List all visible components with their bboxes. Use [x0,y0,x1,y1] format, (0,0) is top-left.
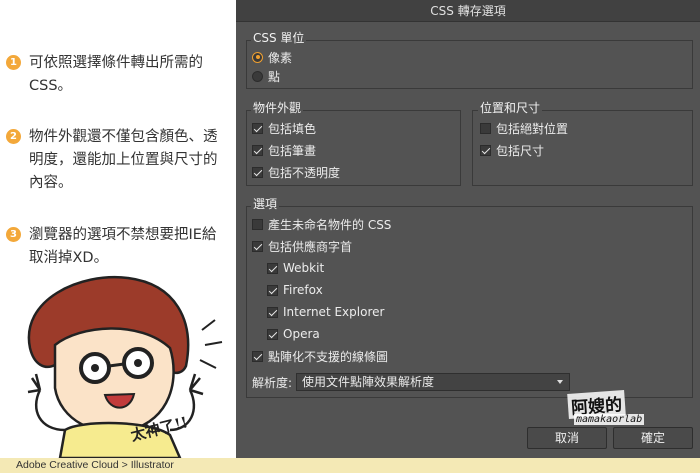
checkbox[interactable] [252,218,263,230]
options-group [246,206,693,398]
checkbox[interactable] [480,144,491,156]
note-text: 可依照選擇條件轉出所需的CSS。 [29,55,203,94]
number-badge: 2 [6,129,21,144]
signature-line-2: mamakaorlab [574,414,645,425]
options-title: 選項 [251,195,280,212]
note-text: 瀏覽器的選項不禁想要把IE給取消掉XD。 [29,227,217,266]
checkbox[interactable] [252,240,263,252]
checkbox-label: 包括填色 [268,121,317,136]
checkbox[interactable] [252,144,263,156]
dialog-title: CSS 轉存選項 [236,0,700,22]
cartoon-illustration [27,275,223,458]
radio-label: 點 [268,69,281,84]
chevron-down-icon [557,380,563,384]
checkbox-webkit[interactable]: Webkit [267,259,324,277]
checkbox-opera[interactable]: Opera [267,325,320,343]
checkbox[interactable] [267,328,278,340]
checkbox-label: 包括絕對位置 [496,121,569,136]
annotation-panel: 1 可依照選擇條件轉出所需的CSS。 2 物件外觀還不僅包含顏色、透明度，還能加… [0,0,236,458]
number-badge: 3 [6,227,21,242]
resolution-value: 使用文件點陣效果解析度 [302,375,435,389]
checkbox-label: 產生未命名物件的 CSS [268,217,392,232]
checkbox-include-opacity[interactable]: 包括不透明度 [252,163,340,181]
radio-points[interactable]: 點 [252,67,280,85]
checkbox-unnamed-css[interactable]: 產生未命名物件的 CSS [252,215,391,233]
radio-pixels[interactable]: 像素 [252,48,292,66]
checkbox-label: 點陣化不支援的線條圖 [268,349,389,364]
checkbox-rasterize[interactable]: 點陣化不支援的線條圖 [252,347,388,365]
position-size-title: 位置和尺寸 [478,99,543,116]
css-units-group [246,40,693,89]
checkbox-include-size[interactable]: 包括尺寸 [480,141,544,159]
source-caption: Adobe Creative Cloud > Illustrator [0,458,700,473]
checkbox[interactable] [267,306,278,318]
checkbox-internet-explorer[interactable]: Internet Explorer [267,303,384,321]
css-units-title: CSS 單位 [251,29,307,46]
checkbox[interactable] [252,166,263,178]
appearance-title: 物件外觀 [251,99,304,116]
checkbox[interactable] [252,122,263,134]
checkbox[interactable] [252,350,263,362]
number-badge: 1 [6,55,21,70]
checkbox-absolute-position[interactable]: 包括絕對位置 [480,119,568,137]
checkbox[interactable] [267,284,278,296]
checkbox-label: Webkit [283,261,325,275]
radio-dot[interactable] [252,70,263,82]
checkbox-label: Firefox [283,283,323,297]
resolution-label: 解析度: [252,375,293,390]
checkbox-label: Internet Explorer [283,305,385,319]
checkbox[interactable] [267,262,278,274]
author-signature: 阿嫂的 mamakaorlab [567,378,693,438]
checkbox-include-fill[interactable]: 包括填色 [252,119,316,137]
checkbox-firefox[interactable]: Firefox [267,281,323,299]
radio-label: 像素 [268,50,293,65]
checkbox-label: 包括供應商字首 [268,239,353,254]
resolution-select[interactable]: 使用文件點陣效果解析度 [296,373,570,391]
checkbox-include-stroke[interactable]: 包括筆畫 [252,141,316,159]
checkbox-label: 包括筆畫 [268,143,317,158]
checkbox[interactable] [480,122,491,134]
checkbox-vendor-prefix[interactable]: 包括供應商字首 [252,237,352,255]
radio-dot[interactable] [252,51,263,63]
checkbox-label: 包括尺寸 [496,143,545,158]
note-text: 物件外觀還不僅包含顏色、透明度，還能加上位置與尺寸的內容。 [29,129,218,191]
checkbox-label: 包括不透明度 [268,165,341,180]
checkbox-label: Opera [283,327,320,341]
